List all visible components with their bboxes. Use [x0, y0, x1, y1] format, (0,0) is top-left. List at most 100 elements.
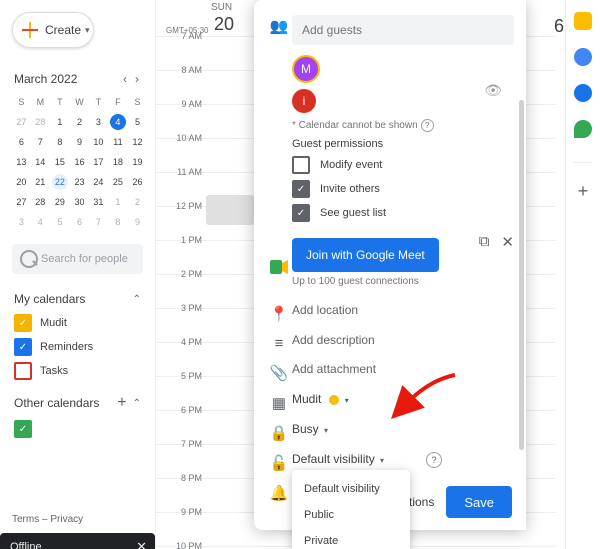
mini-day[interactable]: 17: [89, 152, 108, 172]
offline-label: Offline: [10, 541, 42, 549]
mini-day[interactable]: 12: [128, 132, 147, 152]
guest-permission-row[interactable]: Modify event: [292, 156, 514, 174]
visibility-option[interactable]: Public: [292, 502, 410, 528]
mini-day[interactable]: 27: [12, 112, 31, 132]
mini-day[interactable]: 11: [108, 132, 128, 152]
mini-day[interactable]: 31: [89, 192, 108, 212]
mini-day[interactable]: 19: [128, 152, 147, 172]
mini-day[interactable]: 21: [31, 172, 50, 192]
mini-day[interactable]: 9: [70, 132, 89, 152]
copy-link-button[interactable]: ⧉: [479, 233, 490, 251]
next-month-button[interactable]: ›: [133, 70, 141, 88]
add-location-button[interactable]: Add location: [292, 303, 358, 317]
calendar-checkbox[interactable]: [14, 338, 32, 356]
add-guests-input[interactable]: [292, 15, 514, 45]
mini-day[interactable]: 28: [31, 112, 50, 132]
mini-day[interactable]: 24: [89, 172, 108, 192]
close-offline-button[interactable]: ✕: [136, 539, 147, 549]
mini-day[interactable]: 2: [128, 192, 147, 212]
mini-day[interactable]: 30: [70, 192, 89, 212]
prev-month-button[interactable]: ‹: [121, 70, 129, 88]
visibility-help-icon[interactable]: ?: [426, 452, 442, 468]
hour-label: 8 AM: [162, 65, 202, 75]
mini-day[interactable]: 7: [89, 212, 108, 232]
create-button[interactable]: Create ▾: [12, 12, 94, 48]
mini-day[interactable]: 3: [89, 112, 108, 132]
mini-day[interactable]: 22: [50, 172, 70, 192]
event-block[interactable]: [206, 195, 254, 225]
visibility-eye-icon[interactable]: 👁: [484, 82, 502, 99]
join-meet-button[interactable]: Join with Google Meet: [292, 238, 439, 272]
visibility-option[interactable]: Private: [292, 528, 410, 549]
permission-checkbox[interactable]: [292, 180, 310, 198]
mini-day[interactable]: 5: [128, 112, 147, 132]
add-calendar-button[interactable]: +: [117, 394, 126, 412]
availability-select[interactable]: Busy ▾: [292, 422, 328, 436]
addons-button[interactable]: +: [578, 181, 589, 202]
calendar-checkbox[interactable]: [14, 420, 32, 438]
mini-day[interactable]: 4: [108, 112, 128, 132]
mini-day[interactable]: 23: [70, 172, 89, 192]
mini-day[interactable]: 14: [31, 152, 50, 172]
remove-meet-button[interactable]: ✕: [501, 233, 514, 251]
mini-day[interactable]: 7: [31, 132, 50, 152]
add-attachment-button[interactable]: Add attachment: [292, 362, 376, 376]
hour-label: 1 PM: [162, 235, 202, 245]
search-people-input[interactable]: Search for people: [12, 244, 143, 274]
permission-label: See guest list: [320, 207, 386, 219]
create-label: Create: [45, 23, 81, 37]
guest-avatar[interactable]: i: [292, 89, 316, 113]
mini-day[interactable]: 28: [31, 192, 50, 212]
mini-day[interactable]: 2: [70, 112, 89, 132]
mini-day[interactable]: 20: [12, 172, 31, 192]
keep-icon[interactable]: [574, 12, 592, 30]
calendar-item[interactable]: Tasks: [14, 362, 141, 380]
mini-day[interactable]: 6: [12, 132, 31, 152]
mini-day[interactable]: 1: [108, 192, 128, 212]
mini-day[interactable]: 9: [128, 212, 147, 232]
mini-day[interactable]: 25: [108, 172, 128, 192]
side-rail: +: [565, 0, 600, 549]
mini-day[interactable]: 27: [12, 192, 31, 212]
mini-day[interactable]: 4: [31, 212, 50, 232]
mini-day[interactable]: 18: [108, 152, 128, 172]
save-button[interactable]: Save: [446, 486, 512, 518]
add-description-button[interactable]: Add description: [292, 333, 375, 347]
visibility-select[interactable]: Default visibility ▾: [292, 452, 384, 466]
tasks-icon[interactable]: [574, 48, 592, 66]
privacy-link[interactable]: Privacy: [50, 514, 83, 525]
mini-day[interactable]: 8: [50, 132, 70, 152]
calendar-item[interactable]: [14, 420, 141, 438]
mini-day[interactable]: 15: [50, 152, 70, 172]
calendar-checkbox[interactable]: [14, 314, 32, 332]
calendar-note: * Calendar cannot be shown?: [292, 119, 514, 132]
calendar-checkbox[interactable]: [14, 362, 32, 380]
terms-link[interactable]: Terms: [12, 514, 39, 525]
calendar-item[interactable]: Reminders: [14, 338, 141, 356]
mini-day[interactable]: 29: [50, 192, 70, 212]
calendar-item[interactable]: Mudit: [14, 314, 141, 332]
mini-day[interactable]: 1: [50, 112, 70, 132]
mini-day[interactable]: 16: [70, 152, 89, 172]
hour-label: 2 PM: [162, 269, 202, 279]
contacts-icon[interactable]: [574, 84, 592, 102]
maps-icon[interactable]: [574, 120, 592, 138]
permission-checkbox[interactable]: [292, 156, 310, 174]
guest-permission-row[interactable]: Invite others: [292, 180, 514, 198]
guest-avatar[interactable]: M: [292, 55, 320, 83]
mini-day[interactable]: 8: [108, 212, 128, 232]
calendar-select[interactable]: Mudit: [292, 392, 321, 406]
mini-day[interactable]: 10: [89, 132, 108, 152]
mini-day[interactable]: 13: [12, 152, 31, 172]
permission-checkbox[interactable]: [292, 204, 310, 222]
mini-day[interactable]: 26: [128, 172, 147, 192]
collapse-mycal-button[interactable]: ⌃: [133, 294, 141, 305]
mini-day[interactable]: 3: [12, 212, 31, 232]
chevron-down-icon: ▾: [85, 25, 90, 36]
mini-day[interactable]: 6: [70, 212, 89, 232]
mini-day[interactable]: 5: [50, 212, 70, 232]
panel-scrollbar[interactable]: [519, 100, 524, 450]
guest-permission-row[interactable]: See guest list: [292, 204, 514, 222]
visibility-option[interactable]: Default visibility: [292, 476, 410, 502]
collapse-othercal-button[interactable]: ⌃: [133, 398, 141, 409]
